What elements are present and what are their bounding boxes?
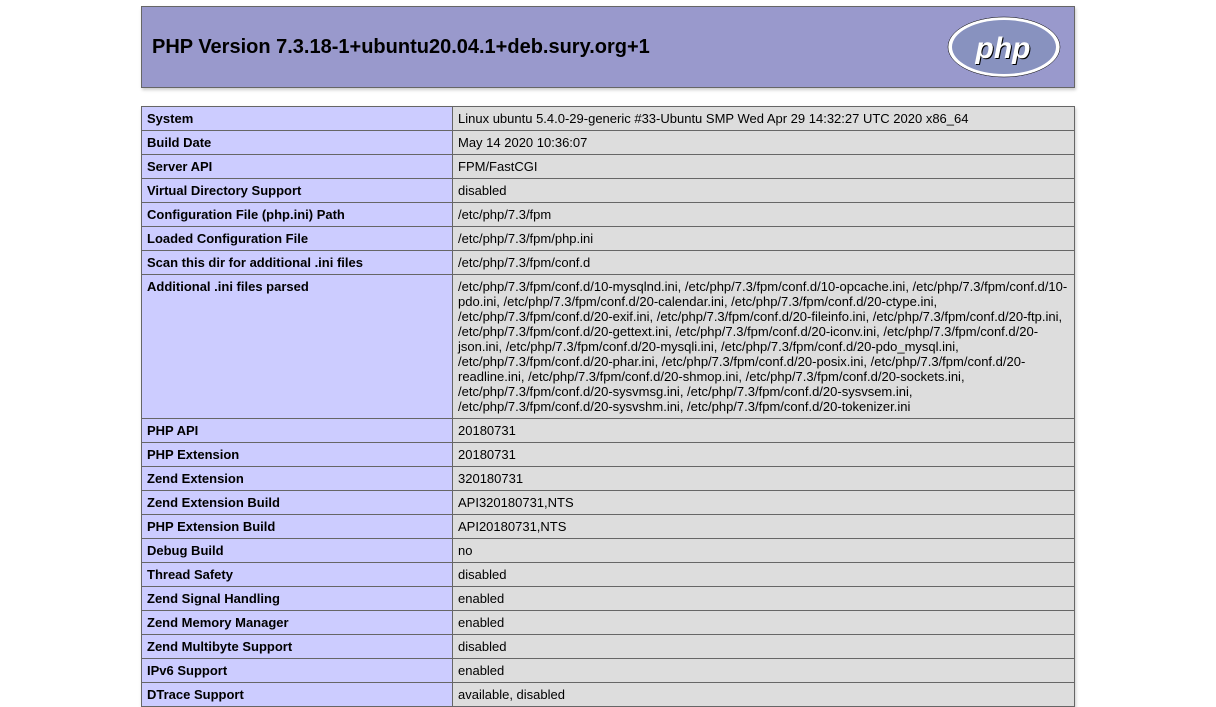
row-key: Loaded Configuration File [142,227,453,251]
row-value: disabled [453,635,1075,659]
row-key: PHP Extension Build [142,515,453,539]
row-value: API320180731,NTS [453,491,1075,515]
page-title: PHP Version 7.3.18-1+ubuntu20.04.1+deb.s… [152,36,650,59]
table-row: IPv6 Supportenabled [142,659,1075,683]
row-key: System [142,107,453,131]
row-value: no [453,539,1075,563]
row-key: PHP Extension [142,443,453,467]
row-value: Linux ubuntu 5.4.0-29-generic #33-Ubuntu… [453,107,1075,131]
row-value: 320180731 [453,467,1075,491]
row-value: API20180731,NTS [453,515,1075,539]
table-row: Loaded Configuration File/etc/php/7.3/fp… [142,227,1075,251]
row-key: Debug Build [142,539,453,563]
row-key: DTrace Support [142,683,453,707]
row-key: Zend Extension [142,467,453,491]
row-value: 20180731 [453,443,1075,467]
row-value: May 14 2020 10:36:07 [453,131,1075,155]
row-value: /etc/php/7.3/fpm/conf.d/10-mysqlnd.ini, … [453,275,1075,419]
svg-text:php: php [975,32,1031,65]
table-row: Zend Extension BuildAPI320180731,NTS [142,491,1075,515]
row-key: Server API [142,155,453,179]
table-row: Zend Memory Managerenabled [142,611,1075,635]
row-value: /etc/php/7.3/fpm/conf.d [453,251,1075,275]
table-row: Scan this dir for additional .ini files/… [142,251,1075,275]
header-table: PHP Version 7.3.18-1+ubuntu20.04.1+deb.s… [141,6,1075,88]
row-key: Zend Multibyte Support [142,635,453,659]
row-value: disabled [453,179,1075,203]
row-key: IPv6 Support [142,659,453,683]
table-row: Additional .ini files parsed/etc/php/7.3… [142,275,1075,419]
row-key: Thread Safety [142,563,453,587]
row-value: /etc/php/7.3/fpm/php.ini [453,227,1075,251]
row-key: Virtual Directory Support [142,179,453,203]
row-value: available, disabled [453,683,1075,707]
table-row: Debug Buildno [142,539,1075,563]
table-row: Zend Multibyte Supportdisabled [142,635,1075,659]
table-row: SystemLinux ubuntu 5.4.0-29-generic #33-… [142,107,1075,131]
table-row: Configuration File (php.ini) Path/etc/ph… [142,203,1075,227]
table-row: PHP Extension20180731 [142,443,1075,467]
row-value: enabled [453,587,1075,611]
info-table: SystemLinux ubuntu 5.4.0-29-generic #33-… [141,106,1075,707]
row-key: PHP API [142,419,453,443]
phpinfo-container: PHP Version 7.3.18-1+ubuntu20.04.1+deb.s… [141,0,1075,707]
row-key: Zend Extension Build [142,491,453,515]
row-key: Zend Signal Handling [142,587,453,611]
row-value: disabled [453,563,1075,587]
row-value: enabled [453,659,1075,683]
table-row: Build DateMay 14 2020 10:36:07 [142,131,1075,155]
table-row: DTrace Supportavailable, disabled [142,683,1075,707]
table-row: PHP Extension BuildAPI20180731,NTS [142,515,1075,539]
php-logo: php php [944,15,1064,79]
table-row: Zend Extension320180731 [142,467,1075,491]
row-key: Build Date [142,131,453,155]
row-value: /etc/php/7.3/fpm [453,203,1075,227]
row-value: enabled [453,611,1075,635]
row-value: FPM/FastCGI [453,155,1075,179]
table-row: Zend Signal Handlingenabled [142,587,1075,611]
row-key: Scan this dir for additional .ini files [142,251,453,275]
table-row: PHP API20180731 [142,419,1075,443]
row-key: Zend Memory Manager [142,611,453,635]
row-key: Additional .ini files parsed [142,275,453,419]
row-value: 20180731 [453,419,1075,443]
row-key: Configuration File (php.ini) Path [142,203,453,227]
table-row: Server APIFPM/FastCGI [142,155,1075,179]
table-row: Thread Safetydisabled [142,563,1075,587]
table-row: Virtual Directory Supportdisabled [142,179,1075,203]
